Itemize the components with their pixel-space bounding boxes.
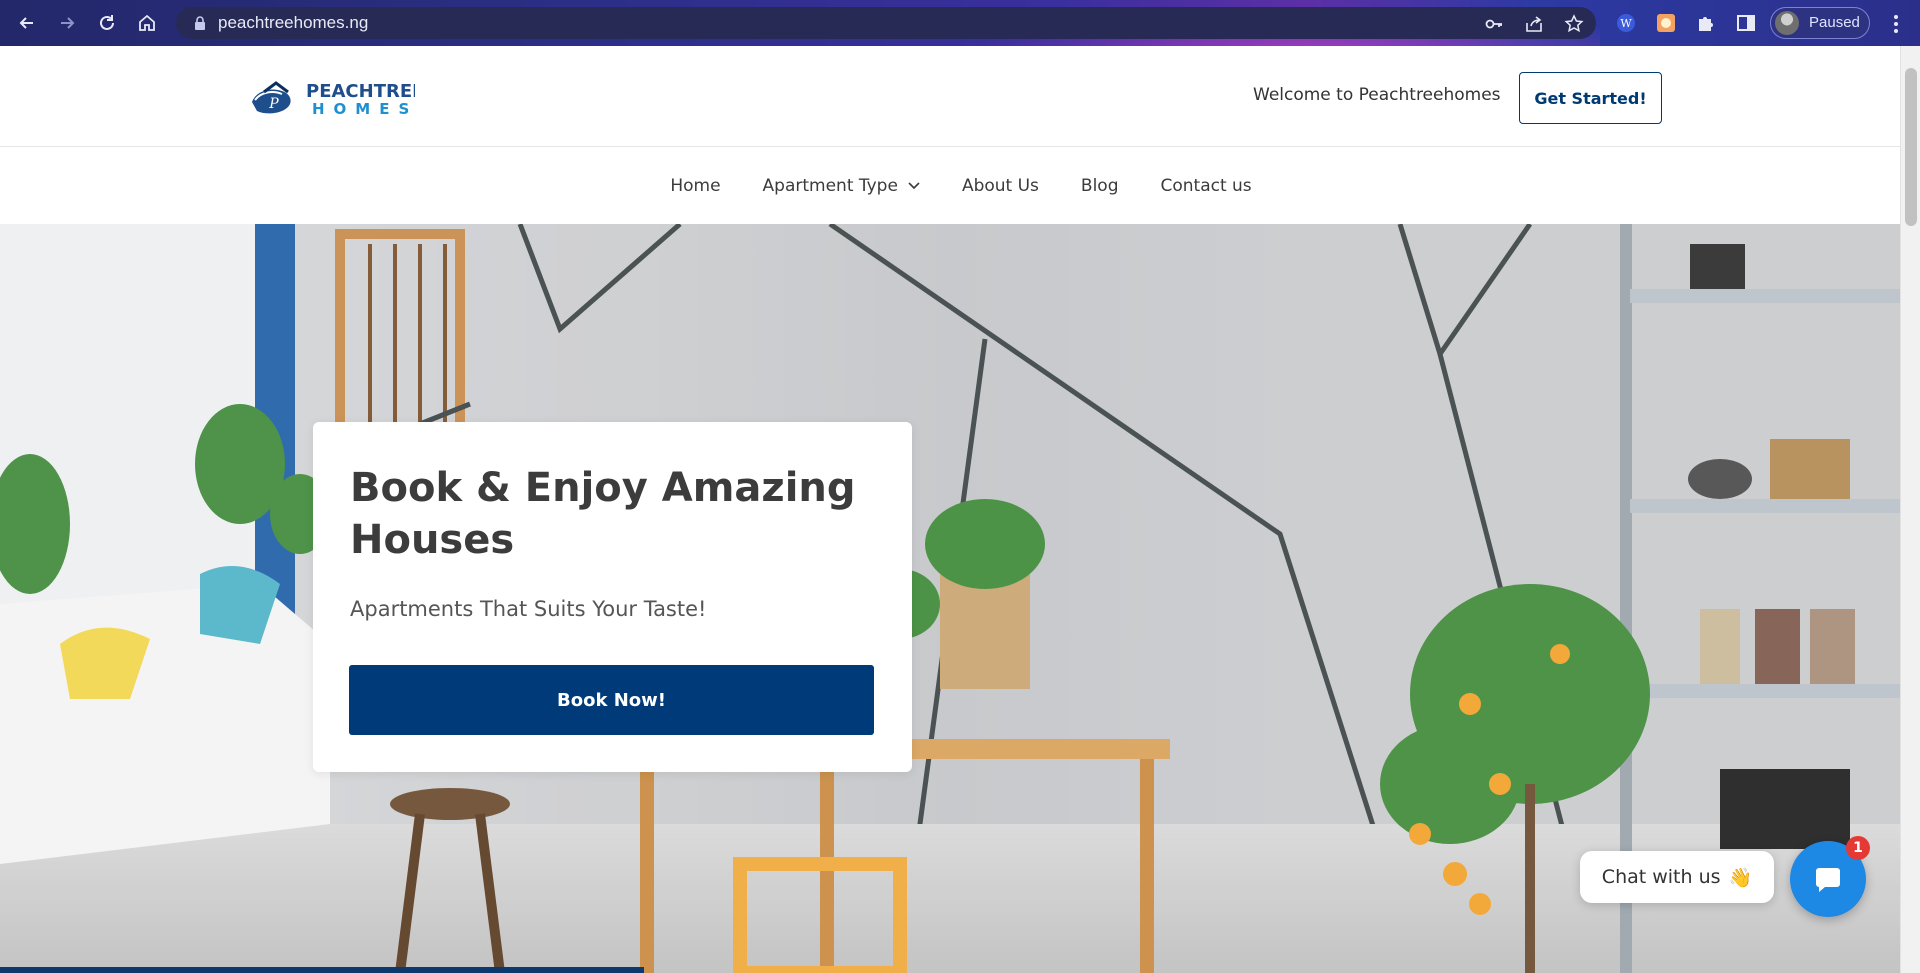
hero-subtitle: Apartments That Suits Your Taste! <box>350 597 707 621</box>
profile-status: Paused <box>1809 14 1860 31</box>
chevron-down-icon <box>908 181 920 189</box>
profile-button[interactable]: Paused <box>1770 7 1870 39</box>
svg-text:W: W <box>1620 17 1632 30</box>
nav-item-home[interactable]: Home <box>670 176 720 196</box>
lock-icon[interactable] <box>194 16 206 30</box>
forward-arrow-icon <box>61 17 75 29</box>
web-page: P PEACHTREE HOMES Welcome to Peachtreeho… <box>0 46 1900 973</box>
scrollbar-thumb[interactable] <box>1905 68 1917 226</box>
puzzle-icon[interactable] <box>1695 12 1717 34</box>
back-button[interactable] <box>12 8 42 38</box>
chat-prompt-label: Chat with us <box>1601 866 1721 888</box>
main-nav: Home Apartment Type About Us Blog Contac… <box>0 147 1900 224</box>
reload-icon <box>100 15 114 30</box>
get-started-button[interactable]: Get Started! <box>1519 72 1662 124</box>
back-arrow-icon <box>19 17 33 29</box>
extension-icon[interactable] <box>1655 12 1677 34</box>
chat-prompt[interactable]: Chat with us 👋 <box>1580 851 1774 903</box>
avatar <box>1775 11 1799 35</box>
home-button[interactable] <box>132 8 162 38</box>
hero-title: Book & Enjoy Amazing Houses <box>350 465 856 563</box>
reload-button[interactable] <box>92 8 122 38</box>
book-now-button[interactable]: Book Now! <box>349 665 874 735</box>
wordpress-extension-icon[interactable]: W <box>1615 12 1637 34</box>
kebab-menu-icon[interactable] <box>1884 12 1908 36</box>
nav-label: Contact us <box>1160 175 1252 196</box>
svg-text:P: P <box>268 96 279 112</box>
nav-label: Home <box>670 175 721 196</box>
site-logo[interactable]: P PEACHTREE HOMES <box>250 78 415 118</box>
star-icon[interactable] <box>1564 14 1584 34</box>
logo-wordmark-bottom: HOMES <box>312 100 415 118</box>
share-icon[interactable] <box>1524 14 1544 34</box>
nav-label: About Us <box>961 175 1039 196</box>
nav-item-blog[interactable]: Blog <box>1081 176 1119 196</box>
hero-card: Book & Enjoy Amazing Houses Apartments T… <box>313 422 912 772</box>
side-panel-icon[interactable] <box>1735 12 1757 34</box>
nav-label: Blog <box>1080 175 1119 196</box>
address-bar[interactable]: peachtreehomes.ng <box>176 7 1596 39</box>
browser-toolbar: peachtreehomes.ng W Paused <box>0 0 1920 46</box>
chat-bubble-icon <box>1816 868 1840 892</box>
nav-item-apartment-type[interactable]: Apartment Type <box>763 176 920 196</box>
logo-wordmark-top: PEACHTREE <box>306 81 415 102</box>
forward-button[interactable] <box>52 8 82 38</box>
nav-item-contact-us[interactable]: Contact us <box>1160 176 1251 196</box>
nav-item-about-us[interactable]: About Us <box>962 176 1039 196</box>
site-header: P PEACHTREE HOMES Welcome to Peachtreeho… <box>0 46 1900 147</box>
nav-label: Apartment Type <box>762 175 898 196</box>
chat-unread-badge: 1 <box>1846 836 1870 860</box>
page-scrollbar[interactable] <box>1900 46 1920 973</box>
key-icon[interactable] <box>1484 14 1504 34</box>
url-text[interactable]: peachtreehomes.ng <box>218 13 368 33</box>
wave-icon: 👋 <box>1728 866 1753 889</box>
bottom-accent-bar <box>0 967 644 973</box>
hero-section: Book & Enjoy Amazing Houses Apartments T… <box>0 224 1900 973</box>
home-icon <box>139 14 155 31</box>
welcome-text: Welcome to Peachtreehomes <box>1253 85 1501 105</box>
